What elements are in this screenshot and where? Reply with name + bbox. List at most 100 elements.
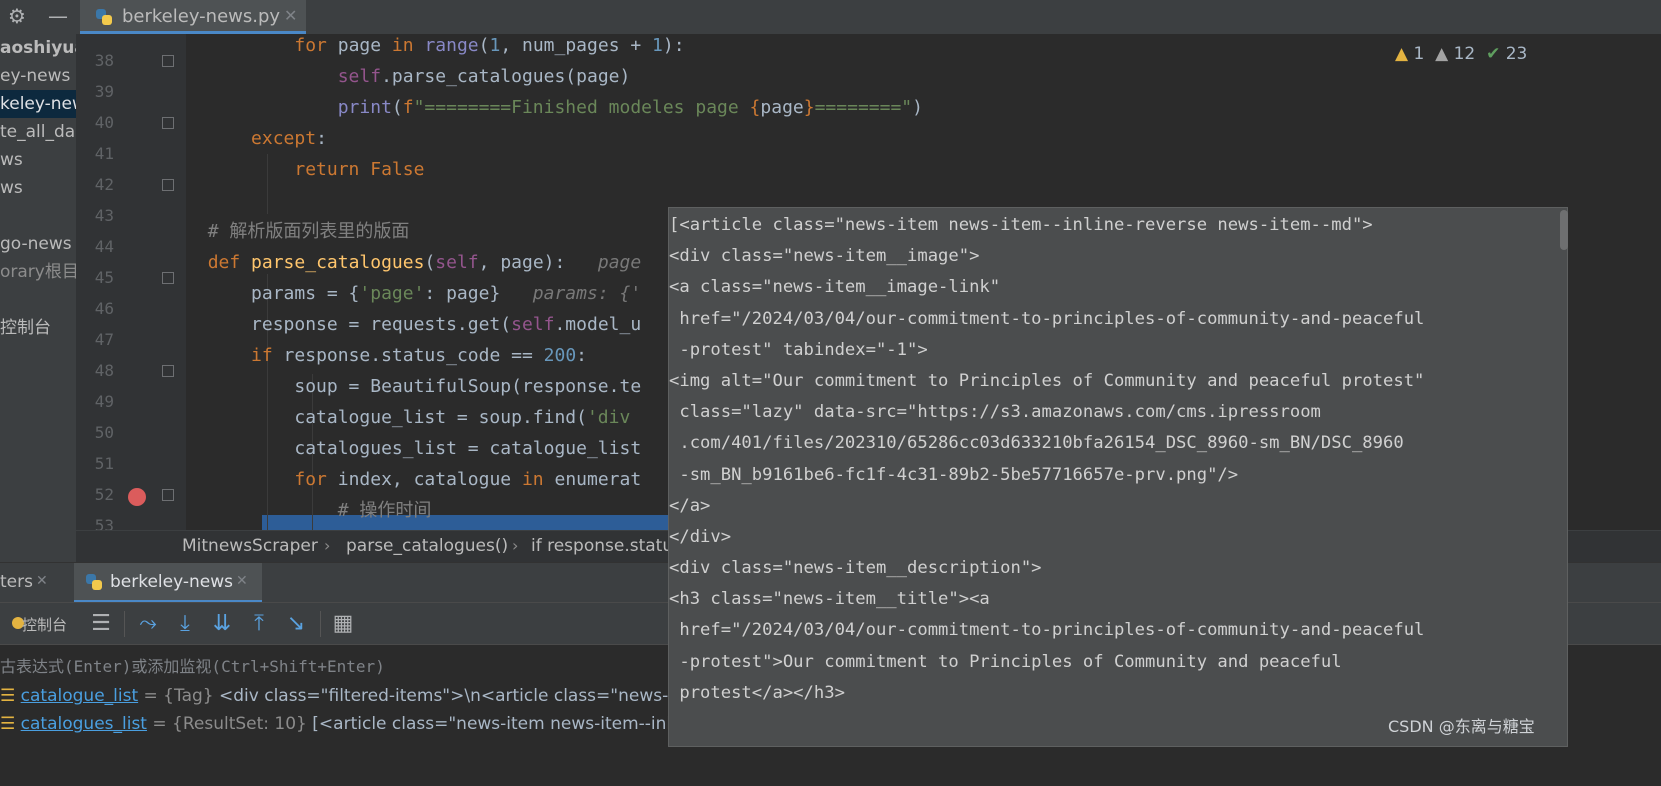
- popup-line: [<article class="news-item news-item--in…: [669, 215, 1373, 235]
- popup-line: <div class="news-item__image">: [669, 246, 980, 267]
- tab-berkeley-news-py[interactable]: berkeley-news.py ✕: [80, 0, 306, 34]
- breakpoint-icon[interactable]: [128, 488, 146, 506]
- line-number: 41: [94, 144, 114, 163]
- code-line-40: print(f"========Finished modeles page {p…: [337, 97, 923, 118]
- popup-line: <a class="news-item__image-link": [669, 277, 1001, 298]
- tab-berkeley-news[interactable]: berkeley-news ✕: [74, 563, 262, 603]
- breadcrumb-class[interactable]: MitnewsScraper: [182, 536, 318, 556]
- inspection-widget[interactable]: ▲ 1 ▲ 12 ✔ 23: [1395, 44, 1527, 64]
- close-tab-icon[interactable]: ✕: [36, 573, 48, 589]
- typo-check-icon: ✔: [1486, 44, 1501, 64]
- code-line-38: for page in range(1, num_pages + 1):: [294, 35, 685, 56]
- threads-frames-icon[interactable]: ☰: [88, 611, 114, 637]
- popup-line: .com/401/files/202310/65286cc03d633210bf…: [669, 433, 1404, 454]
- weak-warning-icon: ▲: [1435, 44, 1449, 64]
- watch-input[interactable]: 古表达式(Enter)或添加监视(Ctrl+Shift+Enter): [0, 653, 385, 677]
- breadcrumb-function[interactable]: parse_catalogues(): [346, 536, 508, 556]
- line-number: 42: [94, 175, 114, 194]
- run-to-cursor-icon[interactable]: ↘: [283, 611, 309, 637]
- fold-marker-icon[interactable]: [162, 55, 174, 67]
- popup-line: <img alt="Our commitment to Principles o…: [669, 370, 1425, 391]
- popup-line: <div class="news-item__description">: [669, 558, 1042, 579]
- project-tree-panel: aoshiyuaey-newskeley-newte_all_dawsws go-…: [0, 34, 76, 562]
- code-line-42: return False: [294, 159, 425, 180]
- line-number: 47: [94, 330, 114, 349]
- close-tab-icon[interactable]: ✕: [284, 6, 297, 25]
- fold-marker-icon[interactable]: [162, 117, 174, 129]
- popup-line: protest</a></h3>: [669, 682, 845, 703]
- project-tree-item[interactable]: go-news: [0, 230, 76, 258]
- breadcrumb-block[interactable]: if response.status: [531, 536, 682, 556]
- variable-icon: ☰: [0, 686, 16, 706]
- weak-warning-count: 12: [1453, 44, 1476, 64]
- project-tree-item[interactable]: [0, 286, 76, 314]
- close-tab-icon[interactable]: ✕: [236, 573, 248, 589]
- popup-line: href="/2024/03/04/our-commitment-to-prin…: [669, 308, 1425, 329]
- line-number: 50: [94, 423, 114, 442]
- fold-marker-icon[interactable]: [162, 365, 174, 377]
- show-execution-point-icon[interactable]: ⤳: [135, 611, 161, 637]
- line-number: 45: [94, 268, 114, 287]
- step-out-icon[interactable]: ⤒: [246, 611, 272, 637]
- line-number: 48: [94, 361, 114, 380]
- fold-marker-icon[interactable]: [162, 179, 174, 191]
- project-tree-item[interactable]: 控制台: [0, 314, 76, 342]
- line-number: 51: [94, 454, 114, 473]
- line-number: 40: [94, 113, 114, 132]
- line-number: 44: [94, 237, 114, 256]
- fold-marker-icon[interactable]: [162, 272, 174, 284]
- evaluate-expression-icon[interactable]: ▦: [330, 611, 356, 637]
- popup-scrollbar[interactable]: [1560, 210, 1568, 250]
- variable-icon: ☰: [0, 714, 16, 734]
- popup-line: </a>: [669, 495, 711, 516]
- variable-type: = {ResultSet: 10}: [152, 714, 307, 734]
- variable-name: catalogue_list: [20, 686, 139, 706]
- tab-label: berkeley-news: [110, 572, 234, 592]
- variable-value-popup[interactable]: [<article class="news-item news-item--in…: [668, 207, 1568, 747]
- line-number: 52: [94, 485, 114, 504]
- variable-value: <div class="filtered-items">\n<article c…: [213, 686, 707, 706]
- typo-count: 23: [1505, 44, 1528, 64]
- project-tree-item[interactable]: te_all_da: [0, 118, 76, 146]
- tab-label: berkeley-news.py: [122, 6, 281, 27]
- project-tree-item[interactable]: orary根目: [0, 258, 76, 286]
- popup-line: [669, 709, 1424, 740]
- watermark: CSDN @东离与糖宝: [1388, 717, 1535, 736]
- popup-line: href="/2024/03/04/our-commitment-to-prin…: [669, 620, 1425, 641]
- project-tree-item[interactable]: ws: [0, 146, 76, 174]
- project-tree-item[interactable]: ws: [0, 174, 76, 202]
- warning-count: 1: [1413, 44, 1425, 64]
- line-number: 38: [94, 51, 114, 70]
- warning-icon: ▲: [1395, 44, 1409, 64]
- gear-icon[interactable]: ⚙: [8, 5, 30, 27]
- python-file-icon: [86, 574, 102, 590]
- line-number: 43: [94, 206, 114, 225]
- python-file-icon: [96, 9, 112, 25]
- code-line-41: except:: [251, 128, 327, 149]
- console-tab[interactable]: 控制台: [22, 614, 67, 635]
- code-line-39: self.parse_catalogues(page): [337, 66, 631, 87]
- breadcrumb-separator: ›: [512, 536, 519, 555]
- breadcrumb-separator: ›: [324, 536, 331, 555]
- project-tree-item[interactable]: aoshiyua: [0, 34, 76, 62]
- toolbar-divider: [124, 611, 125, 637]
- step-over-icon[interactable]: ⤓: [172, 611, 198, 637]
- popup-line: class="lazy" data-src="https://s3.amazon…: [669, 402, 1321, 423]
- popup-line: -sm_BN_b9161be6-fc1f-4c31-89b2-5be577166…: [669, 464, 1239, 485]
- project-tree-item[interactable]: ey-news: [0, 62, 76, 90]
- toolbar-divider: [320, 611, 321, 637]
- project-tree-item[interactable]: keley-new: [0, 90, 76, 118]
- line-number: 39: [94, 82, 114, 101]
- popup-line: -protest" tabindex="-1">: [669, 339, 928, 360]
- line-number: 49: [94, 392, 114, 411]
- project-tree-item[interactable]: [0, 202, 76, 230]
- popup-line: -protest">Our commitment to Principles o…: [669, 651, 1342, 672]
- variable-type: = {Tag}: [143, 686, 214, 706]
- fold-marker-icon[interactable]: [162, 489, 174, 501]
- popup-line: <h3 class="news-item__title"><a: [669, 589, 990, 610]
- tab-parameters[interactable]: ters: [0, 572, 33, 592]
- variable-row[interactable]: ☰ catalogue_list = {Tag} <div class="fil…: [0, 682, 707, 710]
- editor-tab-bar: ⚙ — berkeley-news.py ✕: [0, 0, 1661, 35]
- step-into-icon[interactable]: ⇊: [209, 611, 235, 637]
- minimize-icon[interactable]: —: [48, 5, 70, 27]
